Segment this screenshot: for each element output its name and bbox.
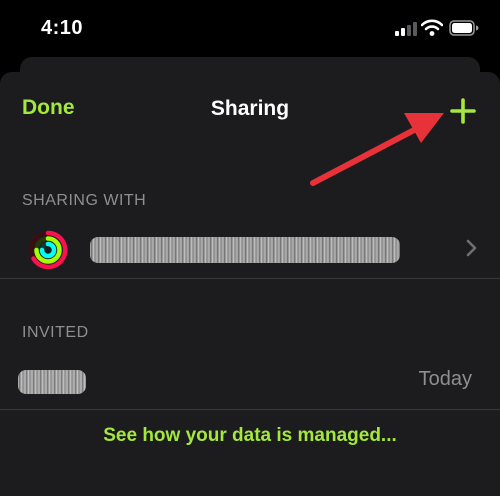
invited-header: INVITED — [22, 324, 89, 341]
sharing-sheet: Done Sharing SHARING WITH INVITED Today … — [0, 72, 500, 496]
navigation-bar: Done Sharing — [0, 72, 500, 142]
add-icon[interactable] — [448, 96, 478, 126]
chevron-right-icon — [466, 239, 477, 257]
activity-rings-icon — [28, 230, 68, 270]
sharing-with-row[interactable] — [0, 217, 500, 279]
status-time: 4:10 — [41, 17, 84, 39]
divider — [0, 409, 500, 410]
divider — [0, 278, 500, 279]
battery-icon — [449, 20, 479, 36]
wifi-icon — [421, 19, 443, 36]
status-bar: 4:10 — [0, 0, 500, 60]
redacted-contact-name — [90, 237, 400, 263]
page-title: Sharing — [210, 97, 290, 120]
signal-icon — [395, 22, 417, 36]
redacted-invitee-name — [18, 370, 86, 394]
invited-row[interactable]: Today — [0, 350, 500, 412]
invite-date: Today — [418, 368, 472, 390]
data-management-link[interactable]: See how your data is managed... — [0, 425, 500, 447]
sharing-with-header: SHARING WITH — [22, 192, 147, 209]
